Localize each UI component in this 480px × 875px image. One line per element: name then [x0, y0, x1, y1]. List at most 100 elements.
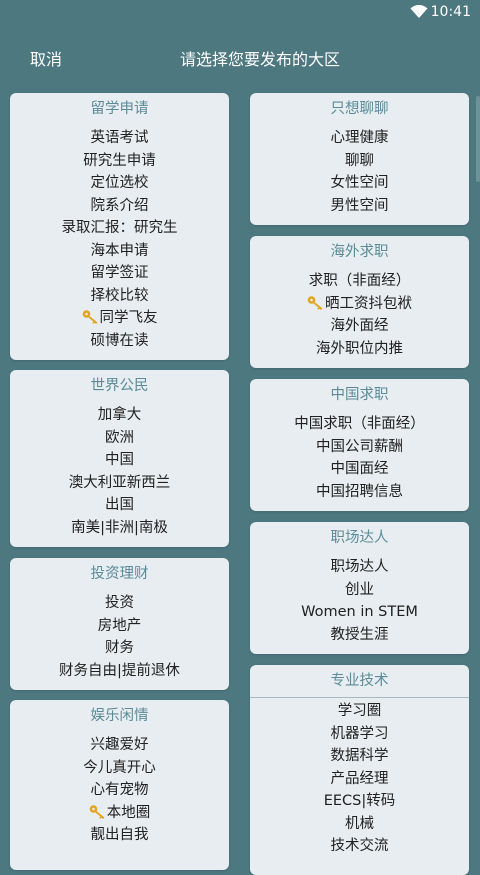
forum-item[interactable]: 择校比较: [10, 285, 229, 308]
card-title[interactable]: 海外求职: [250, 236, 469, 268]
forum-item[interactable]: 南美|非洲|南极: [10, 517, 229, 540]
forum-item-label: 心理健康: [330, 130, 389, 146]
forum-item[interactable]: 晒工资抖包袱: [250, 293, 469, 316]
forum-item[interactable]: 同学飞友: [10, 307, 229, 330]
forum-item-label: 中国求职（非面经）: [294, 416, 425, 432]
forum-item[interactable]: 心理健康: [250, 127, 469, 150]
forum-item[interactable]: 学习圈: [250, 700, 469, 723]
forum-item-label: 数据科学: [330, 748, 389, 764]
forum-item[interactable]: 中国面经: [250, 458, 469, 481]
forum-item[interactable]: 海本申请: [10, 240, 229, 263]
forum-item[interactable]: 心有宠物: [10, 779, 229, 802]
forum-item[interactable]: 中国公司薪酬: [250, 436, 469, 459]
forum-item[interactable]: 中国: [10, 449, 229, 472]
forum-item-label: 澳大利亚新西兰: [68, 474, 171, 491]
forum-item-label: 录取汇报：研究生: [61, 220, 178, 236]
forum-item-label: 定位选校: [90, 175, 149, 191]
page-title: 请选择您要发布的大区: [180, 50, 341, 69]
status-bar: 10:41: [0, 0, 480, 24]
scrollbar[interactable]: [476, 96, 480, 182]
forum-item-label: 研究生申请: [83, 152, 156, 169]
card-title[interactable]: 中国求职: [250, 379, 469, 411]
forum-item-label: 男性空间: [330, 197, 389, 214]
forum-item[interactable]: 兴趣爱好: [10, 734, 229, 757]
card-title[interactable]: 世界公民: [10, 370, 229, 402]
forum-item[interactable]: 中国求职（非面经）: [250, 413, 469, 436]
forum-item-label: 英语考试: [90, 130, 149, 146]
forum-item-label: Women in STEM: [301, 604, 418, 620]
forum-item[interactable]: 求职（非面经）: [250, 270, 469, 293]
card-title[interactable]: 娱乐闲情: [10, 700, 229, 732]
forum-item-label: 海外面经: [330, 318, 389, 334]
clock: 10:41: [430, 4, 471, 20]
forum-item[interactable]: 靓出自我: [10, 824, 229, 847]
forum-item[interactable]: 产品经理: [250, 768, 469, 791]
forum-item[interactable]: 财务: [10, 637, 229, 660]
forum-item[interactable]: Women in STEM: [250, 601, 469, 624]
forum-item-label: 硕博在读: [90, 332, 149, 349]
forum-item-label: 职场达人: [330, 559, 389, 575]
card-title[interactable]: 留学申请: [10, 93, 229, 125]
wifi-icon: [410, 5, 428, 18]
key-icon: [89, 804, 106, 827]
forum-item[interactable]: 今儿真开心: [10, 757, 229, 780]
forum-item[interactable]: 出国: [10, 494, 229, 517]
forum-item[interactable]: 英语考试: [10, 127, 229, 150]
forum-item-label: 创业: [345, 581, 374, 598]
card-overseas-jobs: 海外求职 求职（非面经） 晒工资抖包袱海外面经海外职位内推: [250, 236, 469, 368]
forum-item[interactable]: EECS|转码: [250, 790, 469, 813]
forum-item-label: 聊聊: [345, 152, 374, 169]
forum-item-label: 兴趣爱好: [90, 737, 149, 753]
card-title[interactable]: 专业技术: [250, 665, 469, 698]
forum-item-label: 择校比较: [90, 287, 149, 304]
forum-item[interactable]: 教授生涯: [250, 624, 469, 647]
card-title[interactable]: 只想聊聊: [250, 93, 469, 125]
forum-item-label: 同学飞友: [99, 310, 158, 326]
card-china-jobs: 中国求职 中国求职（非面经） 中国公司薪酬中国面经中国招聘信息: [250, 379, 469, 511]
forum-item-label: 技术交流: [330, 838, 389, 854]
forum-item[interactable]: 创业: [250, 579, 469, 602]
forum-item[interactable]: 中国招聘信息: [250, 481, 469, 504]
forum-item-label: 女性空间: [330, 175, 389, 191]
forum-item[interactable]: 定位选校: [10, 172, 229, 195]
forum-item-label: 本地圈: [106, 804, 151, 821]
forum-item[interactable]: 研究生申请: [10, 150, 229, 173]
forum-item[interactable]: 技术交流: [250, 835, 469, 858]
forum-item[interactable]: 男性空间: [250, 195, 469, 218]
forum-item[interactable]: 加拿大: [10, 404, 229, 427]
forum-item[interactable]: 投资: [10, 592, 229, 615]
forum-item[interactable]: 数据科学: [250, 745, 469, 768]
forum-item-label: 今儿真开心: [83, 759, 156, 776]
forum-item[interactable]: 海外面经: [250, 315, 469, 338]
forum-item[interactable]: 聊聊: [250, 150, 469, 173]
forum-item-label: 靓出自我: [90, 827, 149, 843]
card-title[interactable]: 职场达人: [250, 522, 469, 554]
forum-item-label: 院系介绍: [90, 197, 149, 214]
forum-item[interactable]: 本地圈: [10, 802, 229, 825]
forum-item[interactable]: 院系介绍: [10, 195, 229, 218]
forum-item[interactable]: 硕博在读: [10, 330, 229, 353]
forum-item[interactable]: 财务自由|提前退休: [10, 660, 229, 683]
forum-item-label: 机器学习: [330, 725, 389, 742]
card-world-citizen: 世界公民 加拿大欧洲中国澳大利亚新西兰出国南美|非洲|南极: [10, 370, 229, 547]
forum-item[interactable]: 澳大利亚新西兰: [10, 472, 229, 495]
forum-item[interactable]: 留学签证: [10, 262, 229, 285]
forum-item[interactable]: 职场达人: [250, 556, 469, 579]
forum-item-label: 房地产: [97, 617, 142, 634]
forum-item[interactable]: 房地产: [10, 615, 229, 638]
forum-item[interactable]: 机器学习: [250, 723, 469, 746]
forum-item[interactable]: 海外职位内推: [250, 338, 469, 361]
forum-item-label: 欧洲: [105, 429, 134, 446]
forum-item[interactable]: 欧洲: [10, 427, 229, 450]
forum-item[interactable]: 机械: [250, 813, 469, 836]
forum-item[interactable]: 女性空间: [250, 172, 469, 195]
forum-item-label: 投资: [105, 595, 134, 611]
cancel-button[interactable]: 取消: [30, 46, 62, 70]
forum-item-label: 中国面经: [330, 461, 389, 477]
forum-item-label: 南美|非洲|南极: [71, 519, 168, 536]
key-icon: [82, 309, 99, 332]
forum-item[interactable]: 录取汇报：研究生: [10, 217, 229, 240]
card-title[interactable]: 投资理财: [10, 558, 229, 590]
card-workplace: 职场达人 职场达人创业 Women in STEM 教授生涯: [250, 522, 469, 654]
forum-item-label: 学习圈: [337, 703, 382, 719]
